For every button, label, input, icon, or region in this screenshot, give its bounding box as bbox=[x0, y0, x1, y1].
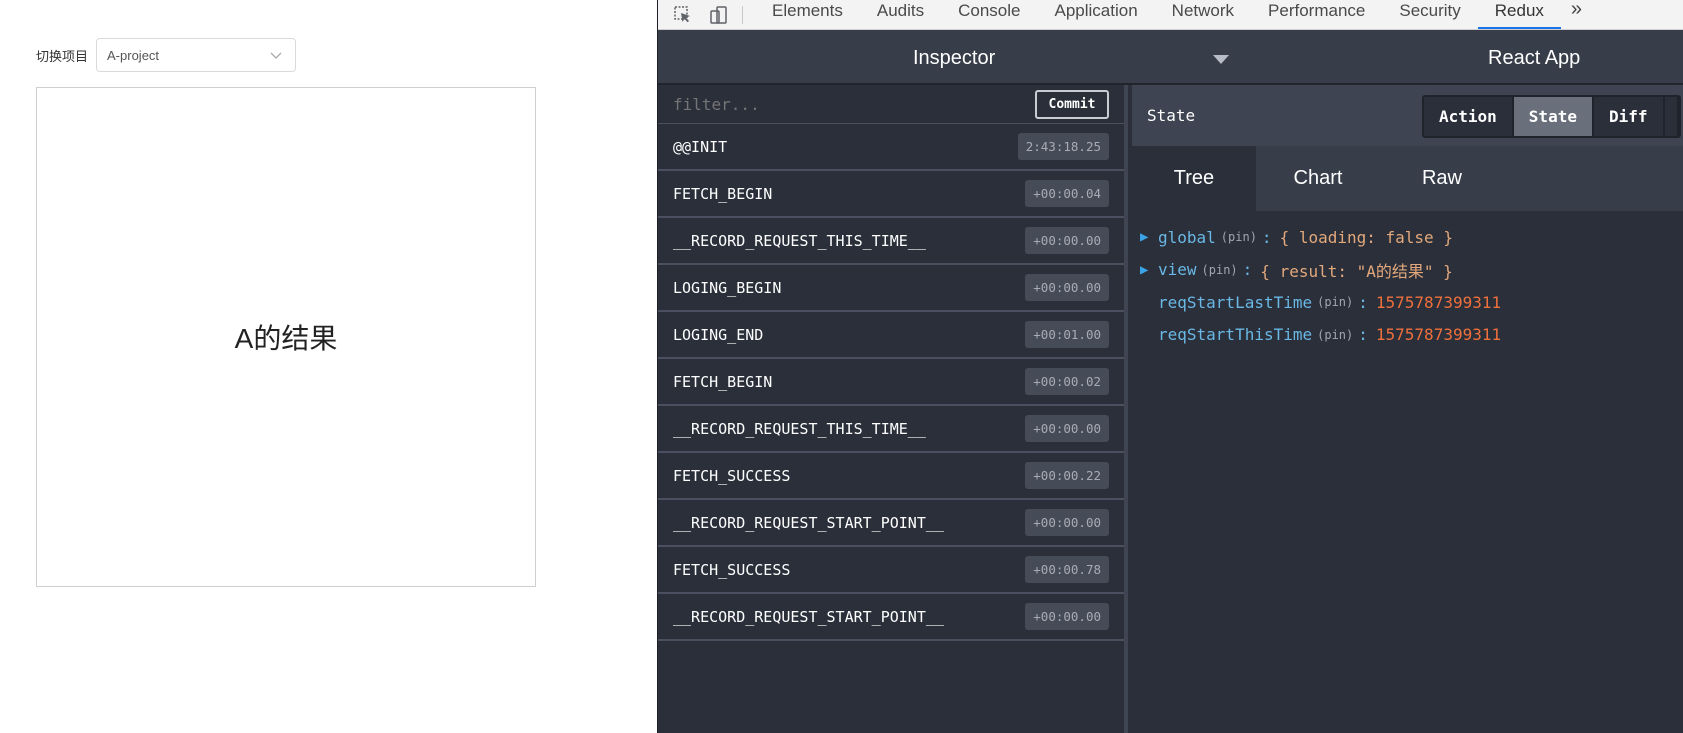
action-name: FETCH_BEGIN bbox=[673, 184, 773, 203]
tree-colon: : bbox=[1358, 325, 1368, 345]
tree-node: reqStartThisTime (pin):1575787399311 bbox=[1140, 319, 1683, 352]
action-name: LOGING_BEGIN bbox=[673, 278, 782, 297]
monitor-selector[interactable]: Inspector bbox=[913, 47, 995, 70]
action-list-pane: Commit @@INIT 2:43:18.25 FETCH_BEGIN +00:00… bbox=[658, 85, 1128, 733]
filter-row: Commit bbox=[658, 85, 1124, 124]
state-tab-button[interactable]: State bbox=[1513, 97, 1594, 136]
tree-colon: : bbox=[1261, 227, 1272, 247]
action-time-badge: +00:00.78 bbox=[1025, 556, 1109, 583]
action-list-item[interactable]: LOGING_BEGIN +00:00.00 bbox=[658, 265, 1124, 312]
action-name: __RECORD_REQUEST_THIS_TIME__ bbox=[673, 231, 926, 250]
action-time-badge: +00:01.00 bbox=[1025, 321, 1109, 348]
instance-selector[interactable]: React App bbox=[1488, 47, 1580, 70]
result-box: A的结果 bbox=[36, 87, 536, 587]
action-list-item[interactable]: __RECORD_REQUEST_START_POINT__ +00:00.00 bbox=[658, 500, 1124, 547]
tree-value: 1575787399311 bbox=[1375, 292, 1502, 312]
action-list-item[interactable]: FETCH_BEGIN +00:00.04 bbox=[658, 171, 1124, 218]
action-time-badge: +00:00.00 bbox=[1025, 274, 1109, 301]
project-switch-row: 切换项目 A-project bbox=[36, 38, 297, 72]
filter-input[interactable] bbox=[673, 94, 1013, 114]
tab-application[interactable]: Application bbox=[1038, 0, 1155, 29]
action-name: __RECORD_REQUEST_START_POINT__ bbox=[673, 607, 944, 626]
chevron-down-icon bbox=[270, 52, 282, 59]
action-time-badge: +00:00.22 bbox=[1025, 462, 1109, 489]
tab-chart[interactable]: Chart bbox=[1256, 146, 1380, 211]
action-name: FETCH_BEGIN bbox=[673, 372, 773, 391]
pin-link[interactable]: (pin) bbox=[1317, 328, 1353, 342]
state-header: State Action State Diff bbox=[1132, 85, 1683, 146]
tab-segment-group: Action State Diff bbox=[1422, 95, 1681, 138]
tab-performance[interactable]: Performance bbox=[1251, 0, 1382, 29]
tab-security[interactable]: Security bbox=[1382, 0, 1477, 29]
switch-project-label: 切换项目 bbox=[36, 48, 89, 64]
tree-key: reqStartLastTime bbox=[1158, 292, 1313, 312]
pin-link[interactable]: (pin) bbox=[1221, 230, 1257, 244]
tab-redux[interactable]: Redux bbox=[1477, 0, 1562, 29]
project-select[interactable]: A-project bbox=[96, 38, 297, 72]
redux-header: Inspector React App bbox=[658, 30, 1683, 85]
tree-colon: : bbox=[1242, 260, 1253, 280]
tab-raw[interactable]: Raw bbox=[1380, 146, 1504, 211]
tree-key: view bbox=[1158, 260, 1197, 280]
device-toolbar-icon[interactable] bbox=[708, 4, 730, 26]
action-list: @@INIT 2:43:18.25 FETCH_BEGIN +00:00.04 __RE… bbox=[658, 124, 1124, 641]
action-list-item[interactable]: FETCH_SUCCESS +00:00.22 bbox=[658, 453, 1124, 500]
action-name: @@INIT bbox=[673, 137, 728, 156]
toolbar-divider bbox=[742, 5, 743, 24]
tree-node[interactable]: ▶ view (pin): { result: "A的结果" } bbox=[1140, 254, 1683, 287]
result-text: A的结果 bbox=[234, 323, 338, 354]
commit-button[interactable]: Commit bbox=[1035, 90, 1109, 119]
action-time-badge: +00:00.00 bbox=[1025, 603, 1109, 630]
tree-value: { result: "A的结果" } bbox=[1260, 261, 1453, 281]
tree-key: reqStartThisTime bbox=[1158, 325, 1313, 345]
action-name: __RECORD_REQUEST_THIS_TIME__ bbox=[673, 419, 926, 438]
action-list-item[interactable]: __RECORD_REQUEST_THIS_TIME__ +00:00.00 bbox=[658, 406, 1124, 453]
tab-audits[interactable]: Audits bbox=[860, 0, 941, 29]
tree-node[interactable]: ▶ global (pin): { loading: false } bbox=[1140, 221, 1683, 254]
state-title: State bbox=[1147, 106, 1196, 125]
project-select-value: A-project bbox=[107, 47, 160, 63]
devtools-panel: Elements Audits Console Application Netw… bbox=[657, 0, 1683, 733]
action-time-badge: +00:00.04 bbox=[1025, 180, 1109, 207]
action-list-item[interactable]: LOGING_END +00:01.00 bbox=[658, 312, 1124, 359]
action-name: __RECORD_REQUEST_START_POINT__ bbox=[673, 513, 944, 532]
action-list-item[interactable]: FETCH_SUCCESS +00:00.78 bbox=[658, 547, 1124, 594]
action-time-badge: +00:00.02 bbox=[1025, 368, 1109, 395]
action-name: LOGING_END bbox=[673, 325, 764, 344]
action-time-badge: +00:00.00 bbox=[1025, 509, 1109, 536]
tab-tree[interactable]: Tree bbox=[1132, 146, 1256, 211]
tab-network[interactable]: Network bbox=[1155, 0, 1251, 29]
inspect-element-icon[interactable] bbox=[672, 4, 694, 26]
action-time-badge: 2:43:18.25 bbox=[1017, 133, 1109, 160]
view-tabs: Tree Chart Raw bbox=[1132, 146, 1683, 211]
action-tab-button[interactable]: Action bbox=[1424, 97, 1514, 136]
action-name: FETCH_SUCCESS bbox=[673, 560, 791, 579]
action-time-badge: +00:00.00 bbox=[1025, 415, 1109, 442]
overflow-tab-button[interactable] bbox=[1664, 97, 1679, 136]
expand-arrow-icon[interactable]: ▶ bbox=[1140, 262, 1158, 278]
pin-link[interactable]: (pin) bbox=[1202, 263, 1238, 277]
tab-elements[interactable]: Elements bbox=[755, 0, 860, 29]
caret-down-icon[interactable] bbox=[1213, 55, 1229, 64]
tab-console[interactable]: Console bbox=[941, 0, 1037, 29]
tree-node: reqStartLastTime (pin):1575787399311 bbox=[1140, 286, 1683, 319]
action-list-item[interactable]: FETCH_BEGIN +00:00.02 bbox=[658, 359, 1124, 406]
state-tree: ▶ global (pin): { loading: false } ▶ view (pin… bbox=[1132, 211, 1683, 351]
app-panel: 切换项目 A-project A的结果 bbox=[0, 0, 657, 733]
action-name: FETCH_SUCCESS bbox=[673, 466, 791, 485]
action-time-badge: +00:00.00 bbox=[1025, 227, 1109, 254]
more-tabs-icon[interactable]: » bbox=[1561, 0, 1592, 29]
tree-value: 1575787399311 bbox=[1375, 325, 1502, 345]
devtools-tab-bar: Elements Audits Console Application Netw… bbox=[658, 0, 1683, 30]
tree-key: global bbox=[1158, 227, 1216, 247]
pin-link[interactable]: (pin) bbox=[1317, 295, 1353, 309]
state-pane: State Action State Diff Tree Chart Raw ▶… bbox=[1132, 85, 1683, 733]
action-list-item[interactable]: @@INIT 2:43:18.25 bbox=[658, 124, 1124, 171]
tree-value: { loading: false } bbox=[1279, 227, 1453, 247]
diff-tab-button[interactable]: Diff bbox=[1593, 97, 1665, 136]
action-list-item[interactable]: __RECORD_REQUEST_START_POINT__ +00:00.00 bbox=[658, 594, 1124, 641]
action-list-item[interactable]: __RECORD_REQUEST_THIS_TIME__ +00:00.00 bbox=[658, 218, 1124, 265]
tree-colon: : bbox=[1358, 292, 1368, 312]
expand-arrow-icon[interactable]: ▶ bbox=[1140, 229, 1158, 245]
